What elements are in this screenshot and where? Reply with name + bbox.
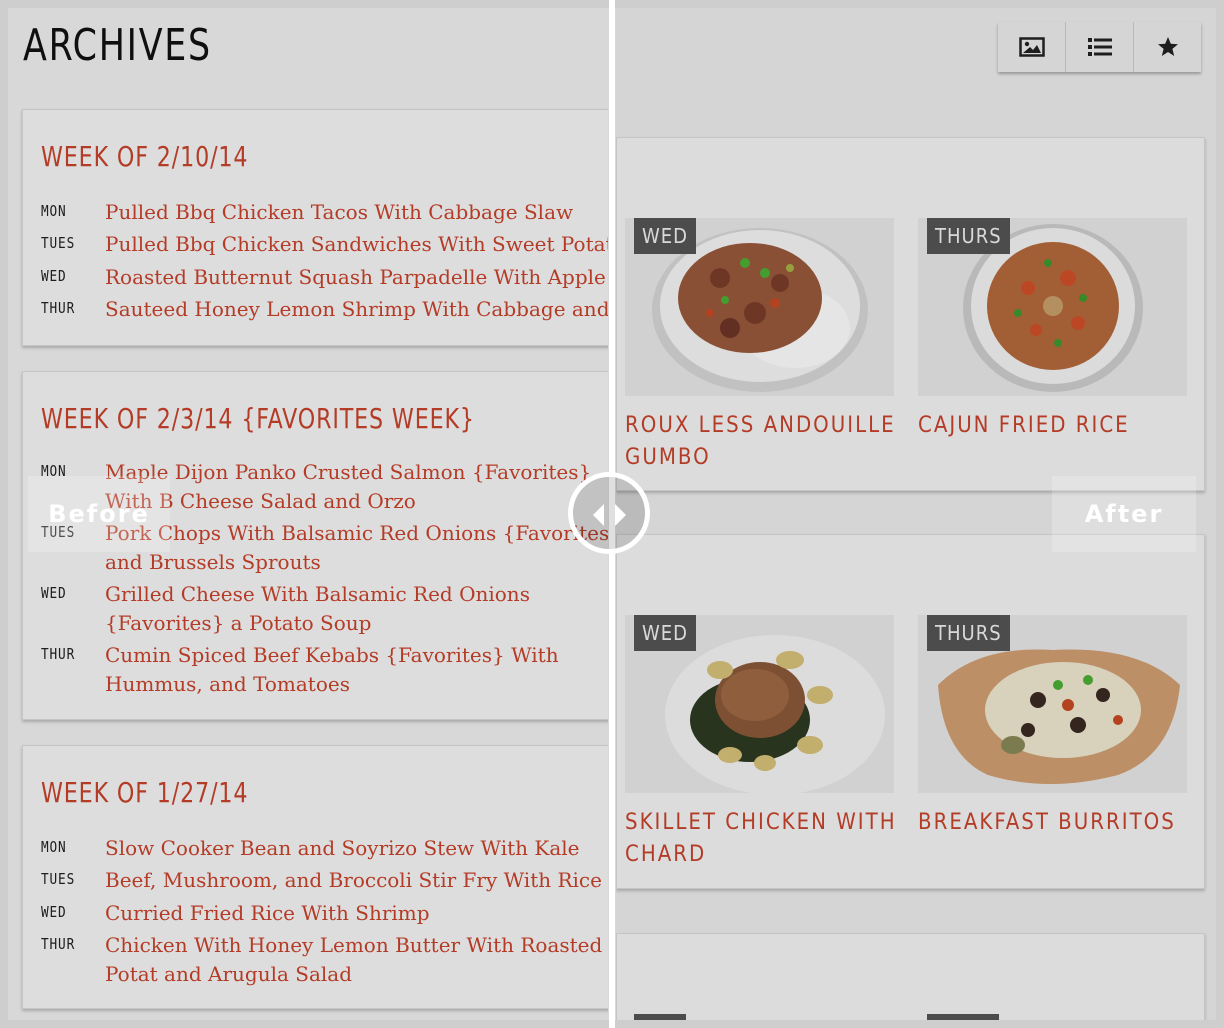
day-label: MON: [41, 838, 67, 856]
list-icon: [1087, 38, 1112, 56]
week-card: WEEK OF 2/10/14 MON Pulled Bbq Chicken T…: [22, 109, 608, 346]
comparison-stage: ARCHIVES WEEK OF 2/10/14 MON Pulled Bbq …: [0, 0, 1224, 1028]
week-grid-card: [616, 933, 1205, 1020]
week-title: WEEK OF 2/10/14: [41, 140, 249, 173]
page-title: ARCHIVES: [23, 20, 212, 71]
day-label: THUR: [41, 645, 76, 663]
day-tag: [634, 1014, 686, 1020]
day-label: TUES: [41, 234, 76, 252]
recipe-title: ROUX LESS ANDOUILLE GUMBO: [625, 413, 896, 470]
day-tag: WED: [634, 218, 697, 254]
recipe-link[interactable]: Pulled Bbq Chicken Tacos With Cabbage Sl…: [105, 198, 608, 227]
recipe-link[interactable]: Beef, Mushroom, and Broccoli Stir Fry Wi…: [105, 866, 608, 895]
image-icon: [1018, 37, 1045, 57]
chevron-right-icon: [615, 504, 626, 526]
favorites-view-button[interactable]: [1134, 22, 1201, 72]
after-label: After: [1052, 476, 1196, 552]
day-tag: [927, 1014, 999, 1020]
day-label: TUES: [41, 870, 76, 888]
day-label: THUR: [41, 299, 76, 317]
recipe-link[interactable]: Pork Chops With Balsamic Red Onions {Fav…: [105, 519, 608, 577]
week-title: WEEK OF 2/3/14 {FAVORITES WEEK}: [41, 402, 475, 435]
list-view-button[interactable]: [1066, 22, 1134, 72]
recipe-title: CAJUN FRIED RICE: [918, 413, 1130, 438]
week-card: WEEK OF 1/27/14 MON Slow Cooker Bean and…: [22, 745, 608, 1009]
day-label: WED: [41, 267, 67, 285]
recipe-link[interactable]: Roasted Butternut Squash Parpadelle With…: [105, 263, 608, 292]
recipe-link[interactable]: Chicken With Honey Lemon Butter With Roa…: [105, 931, 608, 989]
view-toggle: [998, 22, 1201, 72]
recipe-title: SKILLET CHICKEN WITH CHARD: [625, 810, 897, 867]
recipe-link[interactable]: Curried Fried Rice With Shrimp: [105, 899, 608, 928]
recipe-link[interactable]: Maple Dijon Panko Crusted Salmon {Favori…: [105, 458, 608, 516]
recipe-link[interactable]: Slow Cooker Bean and Soyrizo Stew With K…: [105, 834, 608, 863]
image-view-button[interactable]: [998, 22, 1066, 72]
day-label: WED: [41, 584, 67, 602]
day-tag: WED: [634, 615, 697, 651]
slider-handle[interactable]: [568, 472, 650, 554]
recipe-link[interactable]: Sauteed Honey Lemon Shrimp With Cabbage …: [105, 295, 608, 324]
day-label: WED: [41, 903, 67, 921]
day-label: THUR: [41, 935, 76, 953]
week-grid-card: WED SKILLET CHICKEN WITH CHARD THURS BRE…: [616, 534, 1205, 889]
day-tag: THURS: [927, 218, 1010, 254]
recipe-title: BREAKFAST BURRITOS: [918, 810, 1176, 835]
recipe-link[interactable]: Cumin Spiced Beef Kebabs {Favorites} Wit…: [105, 641, 608, 699]
day-tag: THURS: [927, 615, 1010, 651]
star-icon: [1157, 37, 1178, 56]
chevron-left-icon: [593, 504, 604, 526]
recipe-link[interactable]: Pulled Bbq Chicken Sandwiches With Sweet…: [105, 230, 608, 259]
recipe-link[interactable]: Grilled Cheese With Balsamic Red Onions …: [105, 580, 608, 638]
day-label: MON: [41, 202, 67, 220]
week-title: WEEK OF 1/27/14: [41, 776, 249, 809]
before-label: Before: [28, 476, 170, 552]
week-grid-card: WED ROUX LESS ANDOUILLE GUMBO THURS CAJU…: [616, 137, 1205, 491]
